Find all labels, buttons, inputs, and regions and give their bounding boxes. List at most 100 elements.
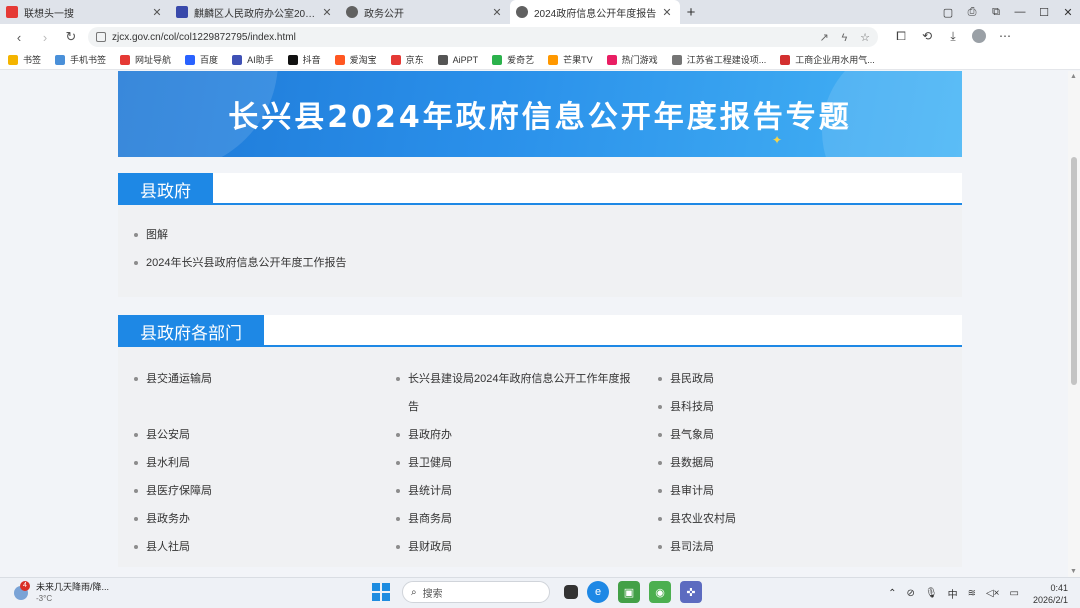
list-item[interactable]: 县统计局 [396, 477, 646, 505]
new-tab-button[interactable]: + [680, 0, 702, 24]
search-icon: ⌕ [411, 586, 417, 598]
list-item[interactable]: 县政务办 [134, 505, 384, 533]
bookmark-item[interactable]: AiPPT [437, 54, 478, 65]
bookmark-item[interactable]: 芒果TV [548, 53, 593, 66]
profile-icon[interactable] [966, 28, 992, 46]
tab-1[interactable]: 联想头一搜 ✕ [0, 0, 170, 24]
scrollbar-thumb[interactable] [1071, 157, 1077, 385]
chevron-up-icon[interactable]: ⌃ [888, 588, 896, 599]
list-item[interactable]: 县气象局 [658, 421, 908, 449]
list-item[interactable]: 县公安局 [134, 421, 384, 449]
site-info-icon[interactable] [96, 32, 106, 42]
list-item[interactable]: 县人社局 [134, 533, 384, 561]
list-item[interactable]: 县卫健局 [396, 449, 646, 477]
bookmark-item[interactable]: 江苏省工程建设项... [671, 53, 766, 66]
link-text[interactable]: 2024年长兴县政府信息公开年度工作报告 [146, 253, 346, 273]
app-icon[interactable]: ✜ [680, 581, 702, 603]
bookmark-item[interactable]: AI助手 [232, 53, 274, 66]
list-item[interactable]: 县民政局 [658, 365, 908, 393]
bullet-icon [396, 461, 400, 465]
restore-icon[interactable]: ⧉ [984, 6, 1008, 19]
bookmark-item[interactable]: 书签 [8, 53, 41, 66]
list-item[interactable]: 图解 [134, 225, 962, 253]
back-icon[interactable]: ‹ [6, 30, 32, 45]
link-text[interactable]: 图解 [146, 225, 168, 245]
ime-indicator[interactable]: 中 [948, 586, 958, 601]
close-window-button[interactable]: ✕ [1056, 6, 1080, 19]
tab-2[interactable]: 麒麟区人民政府办公室2025年政府 ✕ [170, 0, 340, 24]
tab-3[interactable]: 政务公开 ✕ [340, 0, 510, 24]
tab-close-icon[interactable]: ✕ [150, 6, 164, 19]
list-item[interactable]: 县财政局 [396, 533, 646, 561]
scroll-down-icon[interactable]: ▼ [1070, 568, 1077, 575]
maximize-button[interactable]: ☐ [1032, 6, 1056, 19]
screen-app-icon[interactable]: ▣ [618, 581, 640, 603]
list-item[interactable]: 县医疗保障局 [134, 477, 384, 505]
clock[interactable]: 0:41 2026/2/1 [1033, 582, 1068, 606]
list-item[interactable]: 县交通运输局 [134, 365, 384, 393]
list-item[interactable]: 县政府办 [396, 421, 646, 449]
bookmark-item[interactable]: 网址导航 [120, 53, 171, 66]
globe-icon [671, 54, 682, 65]
star-icon[interactable]: ☆ [860, 32, 870, 44]
bookmark-item[interactable]: 抖音 [287, 53, 321, 66]
tab-close-icon[interactable]: ✕ [320, 6, 334, 19]
windows-start-icon[interactable] [372, 583, 390, 601]
weather-temp: -3°C [36, 594, 53, 603]
section-title: 县政府 [118, 173, 213, 205]
print-icon[interactable]: ⎙ [960, 6, 984, 19]
share-icon[interactable]: ↗ [820, 32, 829, 44]
bullet-icon [134, 489, 138, 493]
tab-favicon-icon [176, 6, 188, 18]
forward-icon[interactable]: › [32, 30, 58, 45]
extensions-icon[interactable]: ⧠ [888, 29, 914, 46]
task-view-icon[interactable] [564, 585, 578, 599]
history-icon[interactable]: ⟲ [914, 29, 940, 46]
bookmark-item[interactable]: 百度 [185, 53, 218, 66]
list-item[interactable]: 县数据局 [658, 449, 908, 477]
sidebar-toggle-icon[interactable]: ▢ [936, 6, 960, 19]
wechat-icon[interactable]: ◉ [649, 581, 671, 603]
bookmark-item[interactable]: 热门游戏 [606, 53, 658, 66]
weather-icon: 4 [14, 581, 30, 600]
battery-icon[interactable]: ▭ [1010, 588, 1019, 599]
county-government-section: 县政府 图解 2024年长兴县政府信息公开年度工作报告 [118, 173, 962, 297]
bullet-icon [658, 461, 662, 465]
edge-browser-icon[interactable]: e [587, 581, 609, 603]
list-item[interactable]: 县农业农村局 [658, 505, 908, 533]
list-item[interactable]: 县审计局 [658, 477, 908, 505]
tab-4-active[interactable]: 2024政府信息公开年度报告 ✕ [510, 0, 680, 24]
url-field[interactable]: zjcx.gov.cn/col/col1229872795/index.html… [88, 27, 878, 47]
wifi-icon[interactable]: ≋ [968, 588, 976, 599]
microphone-icon[interactable]: 🎙 [925, 588, 938, 599]
bullet-icon [396, 545, 400, 549]
list-item[interactable]: 县科技局 [658, 393, 908, 421]
gov-emblem-icon [780, 54, 791, 65]
bookmark-item[interactable]: 手机书签 [55, 53, 106, 66]
tab-close-icon[interactable]: ✕ [490, 6, 504, 19]
tab-close-icon[interactable]: ✕ [660, 6, 674, 19]
reload-icon[interactable]: ↻ [58, 29, 84, 45]
menu-icon[interactable]: ⋯ [992, 29, 1018, 46]
jd-icon [390, 54, 401, 65]
mute-icon[interactable]: ⊘ [906, 588, 914, 599]
list-item[interactable]: 县司法局 [658, 533, 908, 561]
bookmark-item[interactable]: 爱淘宝 [334, 53, 377, 66]
taskbar-search[interactable]: ⌕ 搜索 [402, 581, 550, 603]
lightning-icon[interactable]: ϟ [842, 32, 848, 44]
list-item[interactable]: 县水利局 [134, 449, 384, 477]
bookmark-item[interactable]: 爱奇艺 [492, 53, 534, 66]
bookmark-item[interactable]: 京东 [390, 53, 424, 66]
tab-favicon-icon [346, 6, 358, 18]
minimize-button[interactable]: — [1008, 6, 1032, 18]
volume-icon[interactable]: ◁× [986, 588, 1000, 599]
page-scrollbar[interactable]: ▲ ▼ [1068, 71, 1080, 577]
list-item[interactable]: 长兴县建设局2024年政府信息公开工作年度报告 [396, 365, 636, 421]
scroll-up-icon[interactable]: ▲ [1070, 73, 1077, 80]
download-icon[interactable]: ⤓ [940, 29, 966, 46]
bookmark-item[interactable]: 工商企业用水用气... [780, 53, 875, 66]
weather-widget[interactable]: 4 未来几天降雨/降... -3°C [14, 581, 174, 604]
clock-date: 2026/2/1 [1032, 594, 1068, 605]
list-item[interactable]: 县商务局 [396, 505, 646, 533]
list-item[interactable]: 2024年长兴县政府信息公开年度工作报告 [134, 253, 962, 281]
